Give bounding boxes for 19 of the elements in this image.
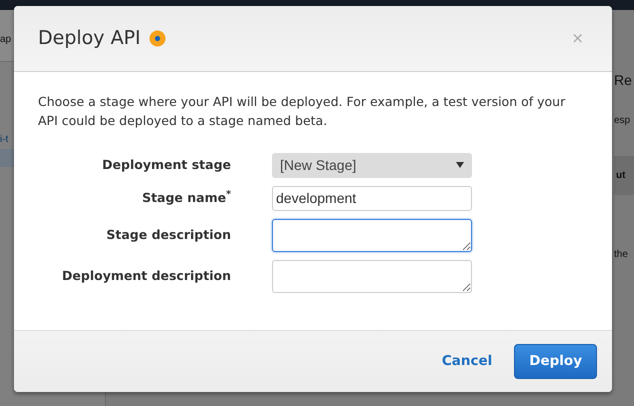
breadcrumb-text: ap — [0, 34, 12, 45]
panel-heading: Re — [614, 72, 633, 89]
info-dot-icon — [148, 30, 166, 47]
field-label: Deployment stage — [101, 156, 232, 174]
field-label: Stage description — [105, 226, 232, 244]
instruction-text: Choose a stage where your API will be deployed. For example, a test version of your API could be deployed to a stage named beta. — [38, 93, 566, 130]
textarea-field[interactable] — [272, 218, 472, 252]
field-label: Deployment description — [61, 266, 232, 285]
text-field[interactable]: development — [272, 186, 472, 211]
column-header: ut — [614, 156, 634, 195]
deploy-button[interactable]: Deploy — [514, 344, 597, 379]
caret-icon — [456, 162, 464, 168]
field-label: Stage name$^{*}$ — [141, 188, 232, 207]
cancel-button[interactable]: Cancel — [436, 350, 498, 373]
panel-text: esp — [614, 114, 632, 128]
stage-select[interactable]: [New Stage] — [272, 152, 472, 178]
dialog-title: Deploy API — [38, 26, 141, 52]
textarea-field[interactable] — [272, 260, 472, 293]
panel-text: the — [614, 248, 629, 262]
